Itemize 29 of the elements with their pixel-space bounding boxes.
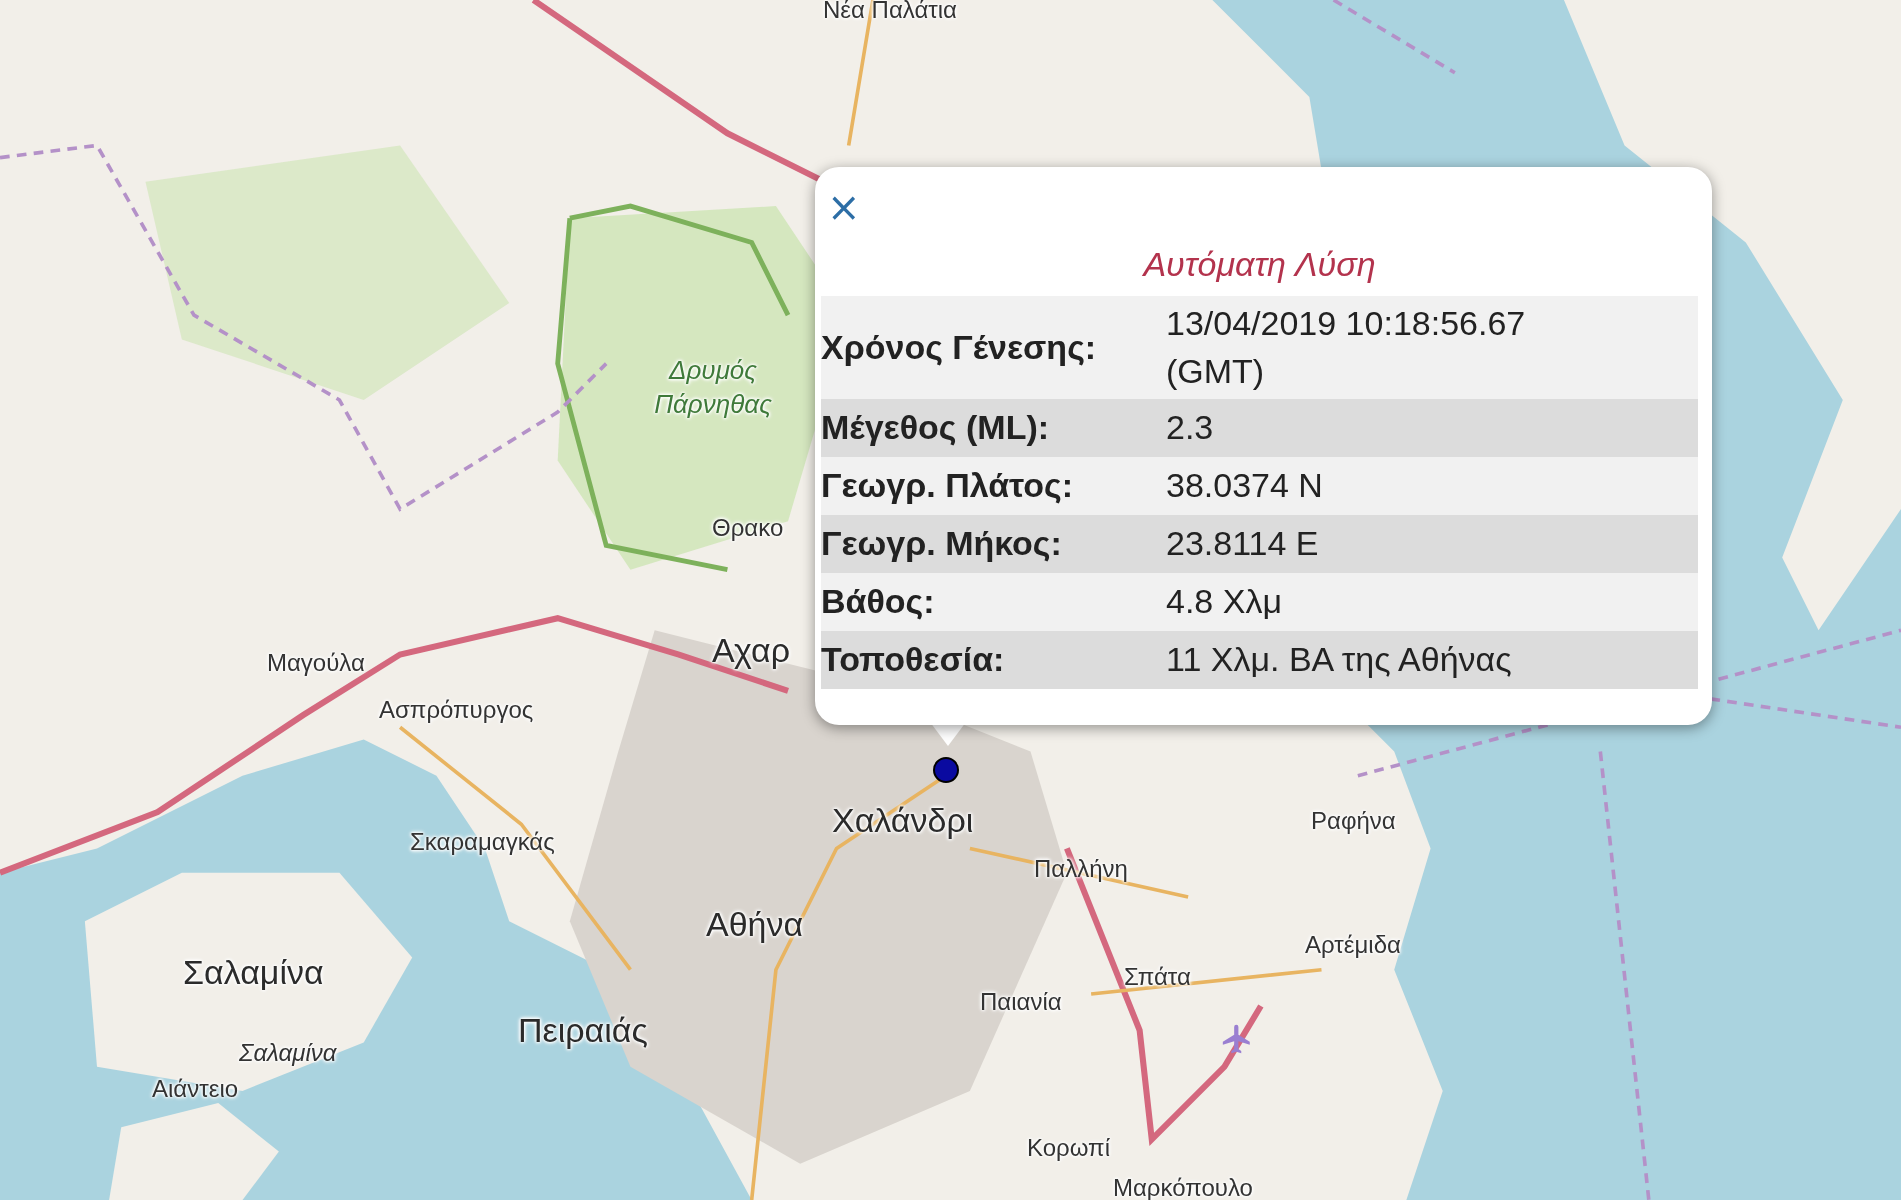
map-label: Μαγούλα (267, 648, 365, 678)
field-value: 11 Χλμ. ΒΑ της Αθήνας (1166, 639, 1513, 681)
map-label: Νέα Παλάτια (823, 0, 957, 25)
map-label: Κορωπί (1027, 1133, 1110, 1163)
map-label: Αχαρ (712, 630, 790, 671)
field-label: Μέγεθος (ML): (821, 407, 1051, 449)
field-label: Γεωγρ. Μήκος: (821, 523, 1063, 565)
field-value: 23.8114 E (1166, 523, 1320, 565)
map-label: Δρυμός Πάρνηθας (653, 354, 773, 421)
field-label: Βάθος: (821, 581, 936, 623)
map-label: Θρακο (712, 513, 784, 543)
field-value: 38.0374 N (1166, 465, 1324, 507)
popup-title: Αυτόματη Λύση (1141, 245, 1377, 284)
field-value: 2.3 (1166, 407, 1215, 449)
map-label: Ραφήνα (1311, 806, 1396, 836)
field-value: 13/04/2019 10:18:56.67 (GMT) (1166, 303, 1527, 392)
map-label: Παιανία (980, 987, 1062, 1017)
field-value: 4.8 Χλμ (1166, 581, 1283, 623)
map-label: Αρτέμιδα (1305, 930, 1401, 960)
field-label: Γεωγρ. Πλάτος: (821, 465, 1075, 507)
field-label: Χρόνος Γένεσης: (821, 326, 1098, 368)
map-label: Σαλαμίνα (239, 1038, 337, 1068)
field-label: Τοποθεσία: (821, 639, 1006, 681)
map-label: Πειραιάς (518, 1010, 648, 1051)
map-label: Σαλαμίνα (183, 952, 324, 993)
map-label: Ασπρόπυργος (379, 695, 534, 725)
map-label: Αιάντειο (152, 1074, 239, 1104)
map-label: Σπάτα (1124, 962, 1191, 992)
close-button[interactable]: × (821, 187, 867, 227)
